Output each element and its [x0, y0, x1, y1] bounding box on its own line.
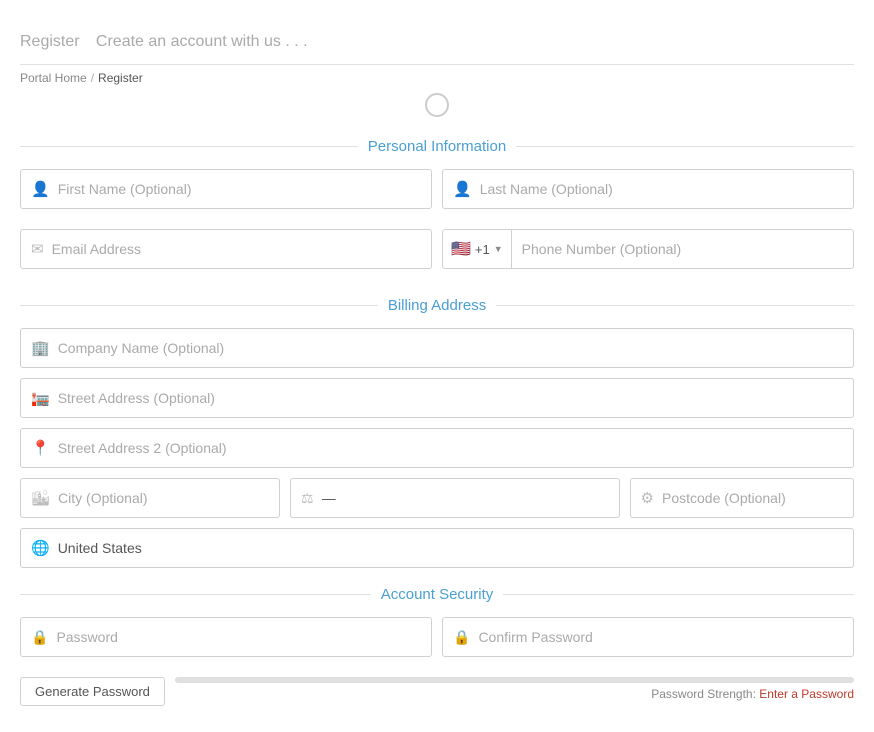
name-row: 👤 👤	[20, 169, 854, 219]
email-field: ✉	[20, 229, 432, 269]
state-field: ⚖ —	[290, 478, 620, 518]
building-icon: 🏢	[31, 339, 50, 357]
city-input[interactable]	[58, 490, 269, 506]
password-row: 🔒 🔒	[20, 617, 854, 667]
billing-section-title: Billing Address	[388, 297, 486, 314]
street1-wrapper: 🏣	[20, 378, 854, 418]
us-flag: 🇺🇸	[451, 239, 471, 259]
first-name-wrapper: 👤	[20, 169, 432, 209]
lock-icon-2: 🔒	[453, 629, 470, 646]
page-container: Register Create an account with us . . .…	[0, 0, 874, 732]
security-section-title: Account Security	[381, 586, 494, 603]
first-name-field: 👤	[20, 169, 432, 209]
last-name-wrapper: 👤	[442, 169, 854, 209]
page-header: Register Create an account with us . . .	[20, 20, 854, 65]
street1-input[interactable]	[58, 390, 843, 406]
state-wrapper: ⚖ —	[290, 478, 620, 518]
breadcrumb: Portal Home / Register	[20, 71, 854, 85]
street2-input[interactable]	[58, 440, 843, 456]
company-field: 🏢	[20, 328, 854, 368]
city-field: 🏙	[20, 478, 280, 518]
password-strength-text: Password Strength: Enter a Password	[175, 687, 854, 701]
postcode-input[interactable]	[662, 490, 843, 506]
email-input[interactable]	[52, 241, 421, 257]
confirm-password-input[interactable]	[478, 629, 843, 645]
generate-password-section: Generate Password	[20, 677, 165, 712]
person-icon-2: 👤	[453, 180, 472, 198]
city-state-postcode-row: 🏙 ⚖ — ⚙	[20, 478, 854, 518]
breadcrumb-separator: /	[91, 71, 94, 85]
city-icon: 🏙	[31, 489, 50, 507]
strength-bar-container	[175, 677, 854, 683]
first-name-input[interactable]	[58, 181, 421, 197]
title-subtitle: Create an account with us . . .	[96, 33, 308, 50]
address-icon: 🏣	[31, 389, 50, 407]
phone-input[interactable]	[512, 241, 853, 257]
page-title: Register Create an account with us . . .	[20, 20, 854, 54]
street2-wrapper: 📍	[20, 428, 854, 468]
breadcrumb-current: Register	[98, 71, 143, 85]
state-select[interactable]: —	[322, 490, 609, 506]
envelope-icon: ✉	[31, 240, 44, 258]
title-register: Register	[20, 33, 80, 50]
security-section-divider: Account Security	[20, 586, 854, 603]
strength-section: Password Strength: Enter a Password	[175, 677, 854, 701]
state-icon: ⚖	[301, 490, 314, 507]
breadcrumb-home[interactable]: Portal Home	[20, 71, 87, 85]
last-name-field: 👤	[442, 169, 854, 209]
strength-value: Enter a Password	[759, 687, 854, 701]
phone-code: +1	[475, 242, 490, 257]
confirm-password-wrapper: 🔒	[442, 617, 854, 657]
country-field: 🌐 United States	[20, 528, 854, 568]
lock-icon: 🔒	[31, 629, 48, 646]
country-select[interactable]: United States	[58, 540, 843, 556]
location-icon: 📍	[31, 439, 50, 457]
phone-flag-select[interactable]: 🇺🇸 +1 ▼	[443, 230, 512, 268]
password-actions: Generate Password Password Strength: Ent…	[20, 677, 854, 712]
password-input[interactable]	[56, 629, 421, 645]
phone-caret-icon: ▼	[494, 244, 503, 254]
email-phone-row: ✉ 🇺🇸 +1 ▼	[20, 229, 854, 279]
globe-icon: 🌐	[31, 539, 50, 557]
spinner-circle	[425, 93, 449, 117]
postcode-wrapper: ⚙	[630, 478, 854, 518]
phone-wrapper: 🇺🇸 +1 ▼	[442, 229, 854, 269]
confirm-password-field: 🔒	[442, 617, 854, 657]
postcode-icon: ⚙	[641, 489, 654, 507]
street2-field: 📍	[20, 428, 854, 468]
password-field: 🔒	[20, 617, 432, 657]
generate-password-button[interactable]: Generate Password	[20, 677, 165, 706]
strength-label: Password Strength:	[651, 687, 756, 701]
city-wrapper: 🏙	[20, 478, 280, 518]
company-input[interactable]	[58, 340, 843, 356]
email-wrapper: ✉	[20, 229, 432, 269]
loading-spinner	[20, 93, 854, 120]
billing-section-divider: Billing Address	[20, 297, 854, 314]
personal-section-divider: Personal Information	[20, 138, 854, 155]
person-icon: 👤	[31, 180, 50, 198]
password-wrapper: 🔒	[20, 617, 432, 657]
personal-section-title: Personal Information	[368, 138, 506, 155]
street1-field: 🏣	[20, 378, 854, 418]
company-wrapper: 🏢	[20, 328, 854, 368]
phone-field: 🇺🇸 +1 ▼	[442, 229, 854, 269]
postcode-field: ⚙	[630, 478, 854, 518]
last-name-input[interactable]	[480, 181, 843, 197]
